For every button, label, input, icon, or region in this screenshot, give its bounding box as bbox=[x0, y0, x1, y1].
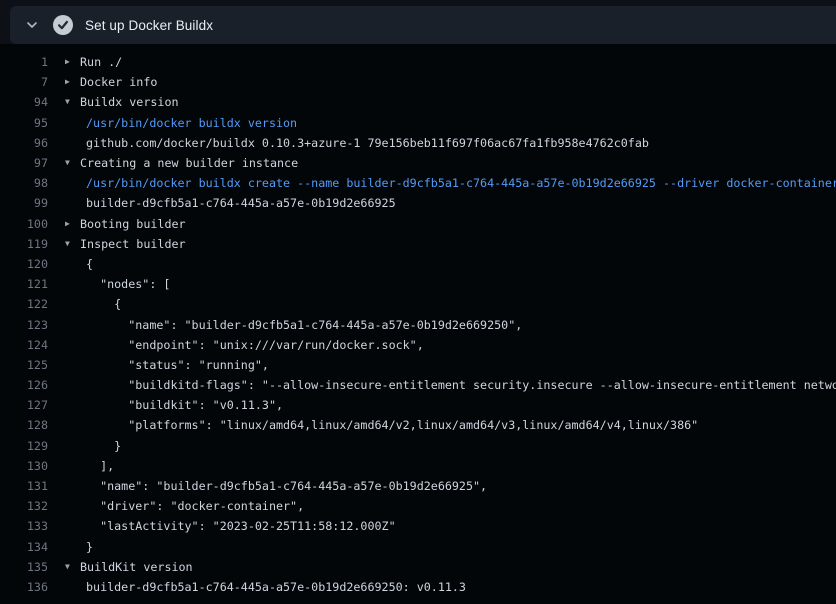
line-number[interactable]: 136 bbox=[0, 580, 48, 594]
log-area: 1▶Run ./7▶Docker info94▼Buildx version95… bbox=[0, 44, 836, 604]
line-number[interactable]: 120 bbox=[0, 257, 48, 271]
check-circle-icon bbox=[53, 15, 73, 35]
log-line: 122 { bbox=[0, 294, 836, 314]
triangle-down-icon[interactable]: ▼ bbox=[65, 98, 79, 106]
output-text: "buildkit": "v0.11.3", bbox=[79, 398, 836, 412]
line-number[interactable]: 131 bbox=[0, 479, 48, 493]
output-text: "platforms": "linux/amd64,linux/amd64/v2… bbox=[79, 418, 836, 432]
triangle-down-icon[interactable]: ▼ bbox=[65, 159, 79, 167]
line-number[interactable]: 124 bbox=[0, 338, 48, 352]
line-number[interactable]: 128 bbox=[0, 418, 48, 432]
output-text: "driver": "docker-container", bbox=[79, 499, 836, 513]
triangle-right-icon[interactable]: ▶ bbox=[65, 78, 79, 86]
triangle-down-icon[interactable]: ▼ bbox=[65, 563, 79, 571]
log-group-row[interactable]: 97 ▼Creating a new builder instance bbox=[0, 153, 836, 173]
output-text: "buildkitd-flags": "--allow-insecure-ent… bbox=[79, 378, 836, 392]
command-text: /usr/bin/docker buildx version bbox=[79, 116, 836, 130]
triangle-right-icon[interactable]: ▶ bbox=[65, 220, 79, 228]
log-line: 129 } bbox=[0, 436, 836, 456]
log-line: 133 "lastActivity": "2023-02-25T11:58:12… bbox=[0, 516, 836, 536]
output-text: ], bbox=[79, 459, 836, 473]
log-line: 128 "platforms": "linux/amd64,linux/amd6… bbox=[0, 415, 836, 435]
log-line: 127 "buildkit": "v0.11.3", bbox=[0, 395, 836, 415]
step-title: Set up Docker Buildx bbox=[85, 18, 213, 33]
line-number[interactable]: 129 bbox=[0, 439, 48, 453]
line-number[interactable]: 119 bbox=[0, 237, 48, 251]
line-number[interactable]: 1 bbox=[0, 55, 48, 69]
output-text: } bbox=[79, 540, 836, 554]
log-group-row[interactable]: 7 ▶Docker info bbox=[0, 72, 836, 92]
line-number[interactable]: 135 bbox=[0, 560, 48, 574]
line-number[interactable]: 122 bbox=[0, 297, 48, 311]
line-number[interactable]: 100 bbox=[0, 217, 48, 231]
output-text: { bbox=[79, 297, 836, 311]
command-text: /usr/bin/docker buildx create --name bui… bbox=[79, 176, 836, 190]
log-line: 132 "driver": "docker-container", bbox=[0, 496, 836, 516]
output-text: "name": "builder-d9cfb5a1-c764-445a-a57e… bbox=[79, 318, 836, 332]
line-number[interactable]: 99 bbox=[0, 196, 48, 210]
log-line: 125 "status": "running", bbox=[0, 355, 836, 375]
group-title: Buildx version bbox=[79, 95, 836, 109]
output-text: "status": "running", bbox=[79, 358, 836, 372]
line-number[interactable]: 121 bbox=[0, 277, 48, 291]
log-line: 99 builder-d9cfb5a1-c764-445a-a57e-0b19d2… bbox=[0, 193, 836, 213]
log-line: 95/usr/bin/docker buildx version bbox=[0, 113, 836, 133]
line-number[interactable]: 133 bbox=[0, 519, 48, 533]
line-number[interactable]: 134 bbox=[0, 540, 48, 554]
log-line: 130 ], bbox=[0, 456, 836, 476]
log-line: 98/usr/bin/docker buildx create --name b… bbox=[0, 173, 836, 193]
output-text: "name": "builder-d9cfb5a1-c764-445a-a57e… bbox=[79, 479, 836, 493]
group-title: BuildKit version bbox=[79, 560, 836, 574]
log-line: 131 "name": "builder-d9cfb5a1-c764-445a-… bbox=[0, 476, 836, 496]
log-line: 136 builder-d9cfb5a1-c764-445a-a57e-0b19d… bbox=[0, 577, 836, 597]
group-title: Run ./ bbox=[79, 55, 836, 69]
line-number[interactable]: 127 bbox=[0, 398, 48, 412]
output-text: "nodes": [ bbox=[79, 277, 836, 291]
log-group-row[interactable]: 100 ▶Booting builder bbox=[0, 214, 836, 234]
group-title: Creating a new builder instance bbox=[79, 156, 836, 170]
log-line: 120 { bbox=[0, 254, 836, 274]
group-title: Booting builder bbox=[79, 217, 836, 231]
log-group-row[interactable]: 1 ▶Run ./ bbox=[0, 52, 836, 72]
line-number[interactable]: 95 bbox=[0, 116, 48, 130]
line-number[interactable]: 130 bbox=[0, 459, 48, 473]
chevron-down-icon[interactable] bbox=[24, 17, 40, 33]
line-number[interactable]: 125 bbox=[0, 358, 48, 372]
log-line: 134} bbox=[0, 537, 836, 557]
line-number[interactable]: 7 bbox=[0, 75, 48, 89]
output-text: "endpoint": "unix:///var/run/docker.sock… bbox=[79, 338, 836, 352]
line-number[interactable]: 123 bbox=[0, 318, 48, 332]
output-text: } bbox=[79, 439, 836, 453]
group-title: Inspect builder bbox=[79, 237, 836, 251]
line-number[interactable]: 94 bbox=[0, 95, 48, 109]
log-line: 121 "nodes": [ bbox=[0, 274, 836, 294]
log-line: 124 "endpoint": "unix:///var/run/docker.… bbox=[0, 335, 836, 355]
log-group-row[interactable]: 119 ▼Inspect builder bbox=[0, 234, 836, 254]
line-number[interactable]: 126 bbox=[0, 378, 48, 392]
line-number[interactable]: 97 bbox=[0, 156, 48, 170]
step-header[interactable]: Set up Docker Buildx bbox=[10, 6, 836, 44]
line-number[interactable]: 96 bbox=[0, 136, 48, 150]
log-lines: 1▶Run ./7▶Docker info94▼Buildx version95… bbox=[0, 52, 836, 597]
group-title: Docker info bbox=[79, 75, 836, 89]
output-text: github.com/docker/buildx 0.10.3+azure-1 … bbox=[79, 136, 836, 150]
output-text: { bbox=[79, 257, 836, 271]
triangle-right-icon[interactable]: ▶ bbox=[65, 58, 79, 66]
log-group-row[interactable]: 94 ▼Buildx version bbox=[0, 92, 836, 112]
line-number[interactable]: 132 bbox=[0, 499, 48, 513]
output-text: builder-d9cfb5a1-c764-445a-a57e-0b19d2e6… bbox=[79, 196, 836, 210]
output-text: builder-d9cfb5a1-c764-445a-a57e-0b19d2e6… bbox=[79, 580, 836, 594]
output-text: "lastActivity": "2023-02-25T11:58:12.000… bbox=[79, 519, 836, 533]
log-group-row[interactable]: 135 ▼BuildKit version bbox=[0, 557, 836, 577]
log-line: 123 "name": "builder-d9cfb5a1-c764-445a-… bbox=[0, 314, 836, 334]
log-line: 126 "buildkitd-flags": "--allow-insecure… bbox=[0, 375, 836, 395]
log-line: 96 github.com/docker/buildx 0.10.3+azure-… bbox=[0, 133, 836, 153]
line-number[interactable]: 98 bbox=[0, 176, 48, 190]
triangle-down-icon[interactable]: ▼ bbox=[65, 240, 79, 248]
